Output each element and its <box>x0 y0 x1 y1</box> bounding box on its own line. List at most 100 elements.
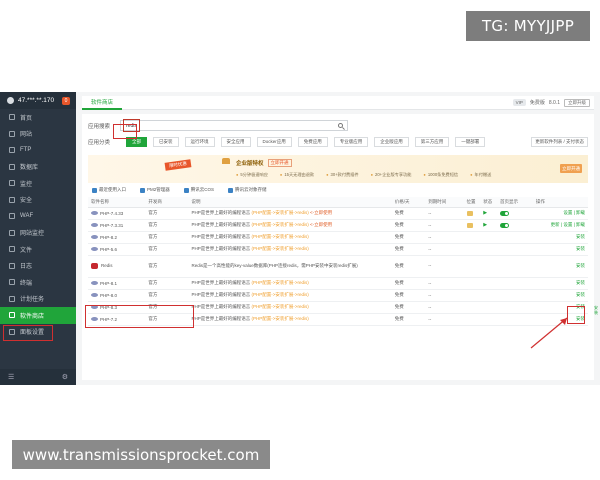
status-cell[interactable] <box>480 277 498 290</box>
sidebar-item-5[interactable]: 安全 <box>0 192 76 209</box>
sidebar-item-7[interactable]: 网站监控 <box>0 225 76 242</box>
operation-links[interactable]: 更新 | 设置 | 卸载 <box>551 222 585 227</box>
row-extra-link[interactable]: <-立即使用 <box>310 222 332 227</box>
table-row[interactable]: PHP-7.2 官方 PHP是世界上最好的编程语言 (PHP配置->安装扩展->re… <box>88 313 588 326</box>
category-7[interactable]: 企业版应用 <box>374 137 409 147</box>
collapse-icon[interactable]: ☰ <box>8 373 14 381</box>
table-row[interactable]: PHP-8.3 官方 PHP是世界上最好的编程语言 (PHP配置->安装扩展->re… <box>88 301 588 314</box>
home-display-cell[interactable] <box>497 219 533 232</box>
home-display-cell[interactable] <box>497 255 533 278</box>
table-row[interactable]: PHP-7.4.33 官方 PHP是世界上最好的编程语言 (PHP配置->安装扩展-… <box>88 207 588 220</box>
home-display-cell[interactable] <box>497 243 533 256</box>
sidebar-item-9[interactable]: 日志 <box>0 258 76 275</box>
category-4[interactable]: Docker应用 <box>256 137 292 147</box>
table-row[interactable]: PHP-7.3.31 官方 PHP是世界上最好的编程语言 (PHP配置->安装扩展-… <box>88 219 588 232</box>
shortcut-0[interactable]: 最近使用入口 <box>92 187 126 193</box>
location-cell[interactable] <box>463 207 481 220</box>
home-display-cell[interactable] <box>497 313 533 326</box>
shortcut-1[interactable]: PM2管理器 <box>140 187 170 193</box>
sidebar-item-2[interactable]: FTP <box>0 142 76 159</box>
status-cell[interactable] <box>480 255 498 278</box>
status-cell[interactable] <box>480 289 498 302</box>
operation-links[interactable]: 安装 <box>576 316 585 321</box>
operation-links[interactable]: 安装 <box>576 292 585 297</box>
search-icon[interactable] <box>338 123 343 128</box>
location-cell[interactable] <box>463 231 481 244</box>
search-value[interactable]: redis <box>123 119 140 132</box>
category-0[interactable]: 全部 <box>126 137 147 147</box>
category-6[interactable]: 专业版应用 <box>333 137 369 147</box>
tab-software-store[interactable]: 软件商店 <box>82 96 123 110</box>
operation-links[interactable]: 设置 | 卸载 <box>563 210 585 215</box>
home-display-cell[interactable] <box>497 231 533 244</box>
promo-tag[interactable]: 立即开通 <box>267 159 292 167</box>
location-cell[interactable] <box>463 313 481 326</box>
operation-links[interactable]: 安装 <box>576 246 585 251</box>
sidebar-item-4[interactable]: 监控 <box>0 175 76 192</box>
server-header[interactable]: 47.***.**.170 0 <box>0 92 76 109</box>
operations-cell[interactable]: 安装 <box>532 231 588 244</box>
status-cell[interactable] <box>480 313 498 326</box>
table-row[interactable]: Redis 官方 Redis是一个高性能的key-value数据库(PHP连接red… <box>88 255 588 278</box>
sidebar-item-13[interactable]: 面板设置 <box>0 324 76 341</box>
location-cell[interactable] <box>463 219 481 232</box>
location-cell[interactable] <box>463 289 481 302</box>
row-extra-link[interactable]: <-立即使用 <box>310 210 332 215</box>
home-display-cell[interactable] <box>497 277 533 290</box>
shortcut-3[interactable]: 腾讯云对象存储 <box>228 187 267 193</box>
location-cell[interactable] <box>463 255 481 278</box>
promo-button[interactable]: 立即开通 <box>560 164 582 173</box>
location-cell[interactable] <box>463 301 481 314</box>
status-cell[interactable]: ▶ <box>480 207 498 220</box>
promo-banner[interactable]: 限时优惠 企业版特权 立即开通 5分钟极速响应 15天无理由退款 30+款付费插件 2… <box>88 155 588 183</box>
location-cell[interactable] <box>463 243 481 256</box>
operations-cell[interactable]: 安装 <box>532 243 588 256</box>
search-input[interactable]: redis <box>120 119 348 132</box>
vip-badge[interactable]: VIP <box>512 99 526 106</box>
sidebar-item-1[interactable]: 网站 <box>0 126 76 143</box>
operations-cell[interactable]: 安装 <box>532 313 588 326</box>
sidebar-item-8[interactable]: 文件 <box>0 241 76 258</box>
shortcut-2[interactable]: 腾讯云COS <box>183 187 214 193</box>
folder-icon[interactable] <box>466 222 473 228</box>
category-1[interactable]: 已安装 <box>153 137 179 147</box>
update-button[interactable]: 立即升级 <box>564 98 590 107</box>
home-display-cell[interactable] <box>497 289 533 302</box>
category-3[interactable]: 安全应用 <box>220 137 251 147</box>
status-cell[interactable] <box>480 301 498 314</box>
category-5[interactable]: 免费应用 <box>297 137 328 147</box>
status-cell[interactable] <box>480 231 498 244</box>
table-row[interactable]: PHP-5.6 官方 PHP是世界上最好的编程语言 (PHP配置->安装扩展->re… <box>88 243 588 256</box>
play-icon[interactable]: ▶ <box>483 222 487 228</box>
table-row[interactable]: PHP-8.1 官方 PHP是世界上最好的编程语言 (PHP配置->安装扩展->re… <box>88 277 588 290</box>
operation-links[interactable]: 安装 <box>576 280 585 285</box>
status-cell[interactable]: ▶ <box>480 219 498 232</box>
sidebar-item-3[interactable]: 数据库 <box>0 159 76 176</box>
sidebar-item-10[interactable]: 终端 <box>0 274 76 291</box>
play-icon[interactable]: ▶ <box>483 210 487 216</box>
operation-links[interactable]: 安装 <box>576 263 585 268</box>
sidebar-item-0[interactable]: 首页 <box>0 109 76 126</box>
status-cell[interactable] <box>480 243 498 256</box>
table-row[interactable]: PHP-8.2 官方 PHP是世界上最好的编程语言 (PHP配置->安装扩展->re… <box>88 231 588 244</box>
sidebar-item-6[interactable]: WAF <box>0 208 76 225</box>
operations-cell[interactable]: 安装 <box>532 289 588 302</box>
operations-cell[interactable]: 设置 | 卸载 <box>532 207 588 220</box>
operations-cell[interactable]: 安装 <box>532 255 588 278</box>
sidebar-item-11[interactable]: 计划任务 <box>0 291 76 308</box>
operations-cell[interactable]: 安装 <box>532 301 588 314</box>
operations-cell[interactable]: 安装 <box>532 277 588 290</box>
table-row[interactable]: PHP-8.0 官方 PHP是世界上最好的编程语言 (PHP配置->安装扩展->re… <box>88 289 588 302</box>
home-display-toggle[interactable] <box>500 222 510 228</box>
notification-badge[interactable]: 0 <box>62 96 70 105</box>
operation-links[interactable]: 安装 <box>576 304 585 309</box>
home-display-cell[interactable] <box>497 301 533 314</box>
update-list-button[interactable]: 更新软件列表 / 支付状态 <box>531 137 588 147</box>
operation-links[interactable]: 安装 <box>576 234 585 239</box>
folder-icon[interactable] <box>466 210 473 216</box>
sidebar-item-12[interactable]: 软件商店 <box>0 307 76 324</box>
operations-cell[interactable]: 更新 | 设置 | 卸载 <box>532 219 588 232</box>
category-2[interactable]: 运行环境 <box>184 137 215 147</box>
category-8[interactable]: 第三方应用 <box>414 137 450 147</box>
home-display-toggle[interactable] <box>500 210 510 216</box>
